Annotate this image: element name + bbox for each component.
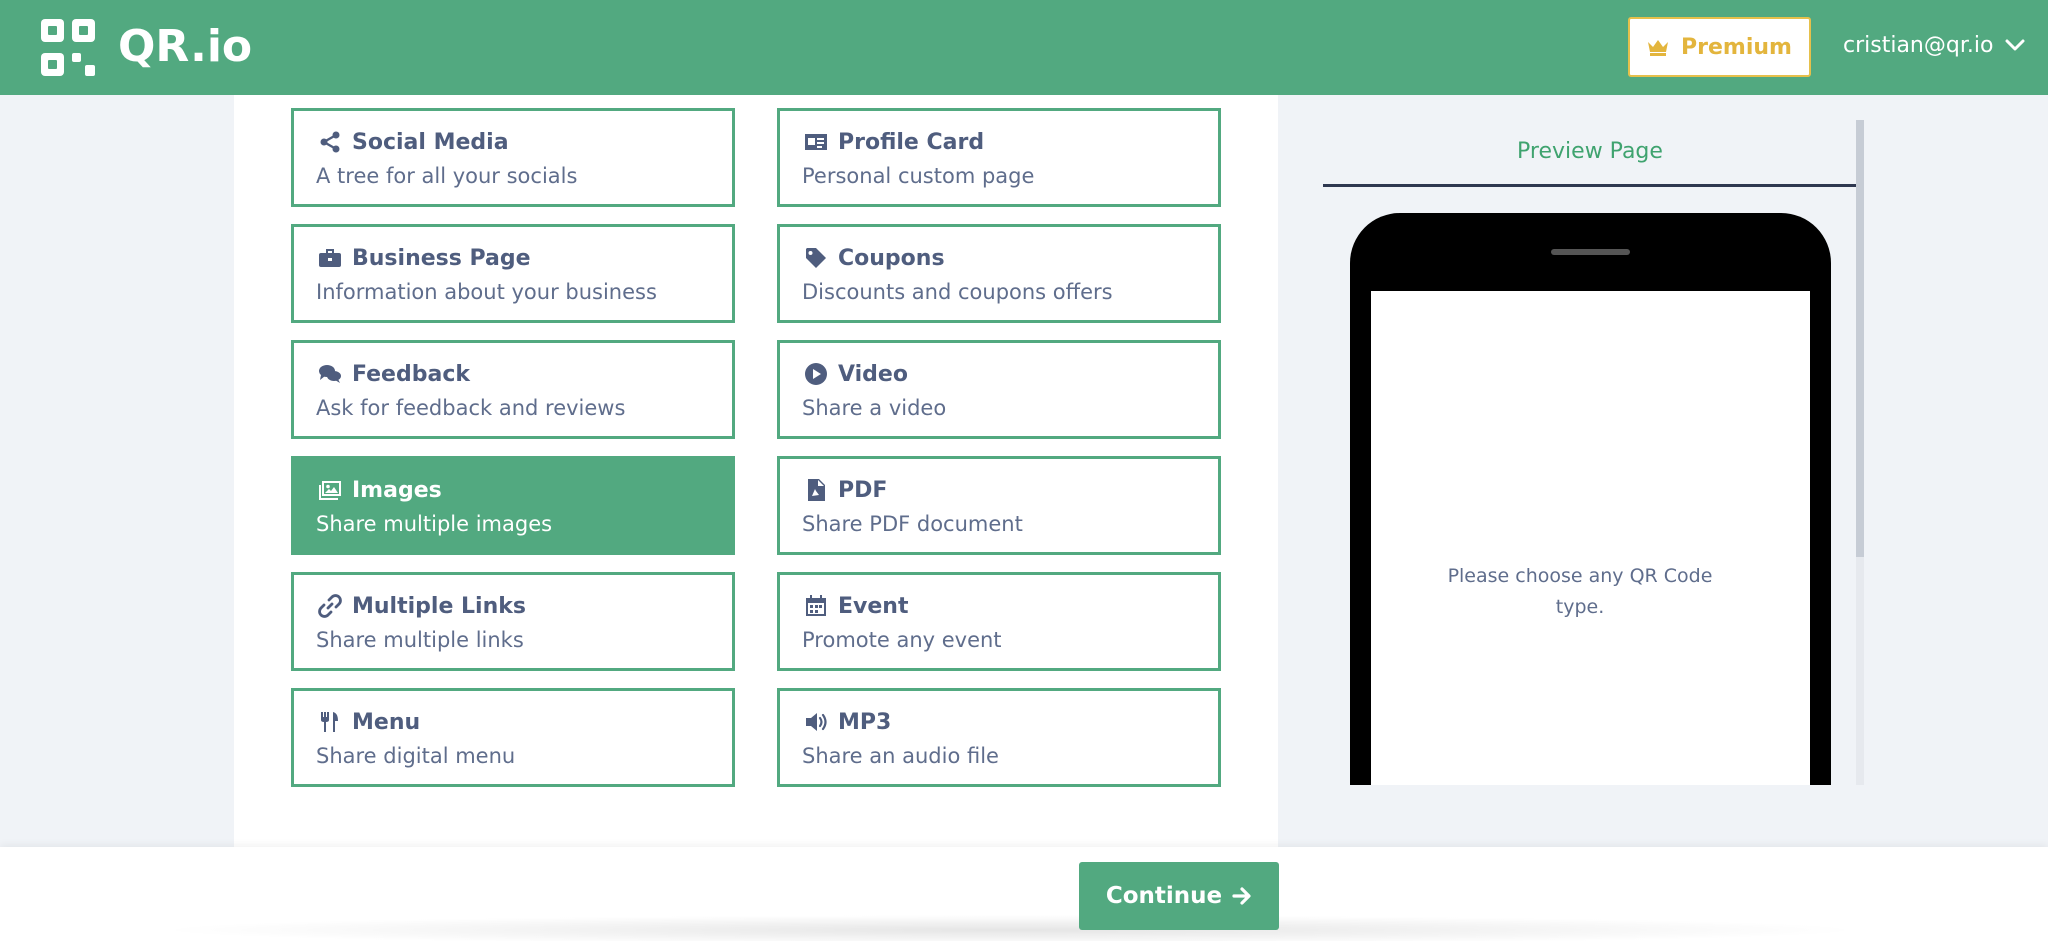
volume-icon: [806, 713, 827, 731]
qr-type-title: Coupons: [838, 245, 945, 271]
qr-type-title: Business Page: [352, 245, 531, 271]
qr-type-header: Feedback: [318, 357, 470, 391]
user-email: cristian@qr.io: [1843, 32, 1994, 58]
qr-type-title: Images: [352, 477, 442, 503]
pdf-file-icon: [808, 479, 825, 501]
qr-type-header: PDF: [804, 473, 887, 507]
qr-type-description: Ask for feedback and reviews: [316, 396, 626, 420]
qr-type-header: MP3: [804, 705, 891, 739]
preview-scrollbar-thumb[interactable]: [1856, 120, 1864, 557]
qr-type-header: Multiple Links: [318, 589, 526, 623]
qr-type-card-images[interactable]: Images Share multiple images: [291, 456, 735, 555]
share-icon: [320, 131, 340, 153]
qr-type-title: Menu: [352, 709, 421, 735]
user-menu[interactable]: cristian@qr.io: [1843, 28, 2025, 62]
qr-type-title: Multiple Links: [352, 593, 526, 619]
qr-type-header: Profile Card: [804, 125, 984, 159]
qr-type-title: Feedback: [352, 361, 470, 387]
qr-type-header: Business Page: [318, 241, 531, 275]
tab-preview-page[interactable]: Preview Page: [1323, 125, 1857, 187]
chevron-down-icon: [2005, 39, 2025, 51]
images-icon: [319, 481, 341, 500]
qr-type-title: MP3: [838, 709, 892, 735]
qr-type-header: Social Media: [318, 125, 509, 159]
link-icon: [318, 594, 342, 618]
qr-type-title: Video: [838, 361, 908, 387]
qr-type-description: Share PDF document: [802, 512, 1023, 536]
comments-icon: [319, 365, 341, 383]
play-circle-icon: [805, 363, 827, 385]
qr-type-card-feedback[interactable]: Feedback Ask for feedback and reviews: [291, 340, 735, 439]
premium-button[interactable]: Premium: [1628, 17, 1811, 77]
qr-type-description: Information about your business: [316, 280, 657, 304]
qr-type-card-event[interactable]: Event Promote any event: [777, 572, 1221, 671]
utensils-icon: [321, 712, 338, 732]
qr-type-card-mp3[interactable]: MP3 Share an audio file: [777, 688, 1221, 787]
brand-name[interactable]: QR.io: [118, 22, 252, 72]
phone-screen: [1371, 291, 1810, 785]
qr-type-card-social-media[interactable]: Social Media A tree for all your socials: [291, 108, 735, 207]
continue-button[interactable]: Continue: [1079, 862, 1279, 930]
qr-type-description: A tree for all your socials: [316, 164, 578, 188]
qr-type-description: Share digital menu: [316, 744, 516, 768]
qr-type-header: Menu: [318, 705, 420, 739]
briefcase-icon: [319, 249, 341, 267]
calendar-icon: [806, 595, 826, 616]
qr-type-card-multiple-links[interactable]: Multiple Links Share multiple links: [291, 572, 735, 671]
qr-type-description: Share a video: [802, 396, 947, 420]
preview-hint: Please choose any QR Code type.: [1447, 565, 1713, 618]
footer-shadow: [150, 915, 1870, 941]
qr-type-card-pdf[interactable]: PDF Share PDF document: [777, 456, 1221, 555]
qr-type-description: Share multiple links: [316, 628, 524, 652]
qr-type-title: Profile Card: [838, 129, 985, 155]
tag-icon: [806, 248, 826, 268]
qr-type-card-menu[interactable]: Menu Share digital menu: [291, 688, 735, 787]
id-card-icon: [805, 134, 827, 150]
qr-type-header: Event: [804, 589, 908, 623]
qr-type-card-business-page[interactable]: Business Page Information about your busi…: [291, 224, 735, 323]
qr-type-description: Personal custom page: [802, 164, 1035, 188]
arrow-right-icon: [1232, 887, 1251, 905]
qr-type-title: Event: [838, 593, 909, 619]
qr-type-title: PDF: [838, 477, 888, 503]
qr-type-description: Promote any event: [802, 628, 1002, 652]
qr-type-title: Social Media: [352, 129, 509, 155]
qr-type-description: Share an audio file: [802, 744, 999, 768]
qr-type-header: Images: [318, 473, 442, 507]
qr-type-description: Discounts and coupons offers: [802, 280, 1113, 304]
qr-type-card-coupons[interactable]: Coupons Discounts and coupons offers: [777, 224, 1221, 323]
qr-type-header: Video: [804, 357, 908, 391]
crown-icon: [1648, 40, 1669, 56]
phone-speaker: [1551, 249, 1630, 255]
qr-type-description: Share multiple images: [316, 512, 553, 536]
qr-type-header: Coupons: [804, 241, 945, 275]
qr-type-card-video[interactable]: Video Share a video: [777, 340, 1221, 439]
premium-label: Premium: [1681, 34, 1792, 60]
qr-type-card-profile-card[interactable]: Profile Card Personal custom page: [777, 108, 1221, 207]
qr-logo-icon[interactable]: [40, 18, 96, 78]
continue-label: Continue: [1105, 883, 1223, 909]
